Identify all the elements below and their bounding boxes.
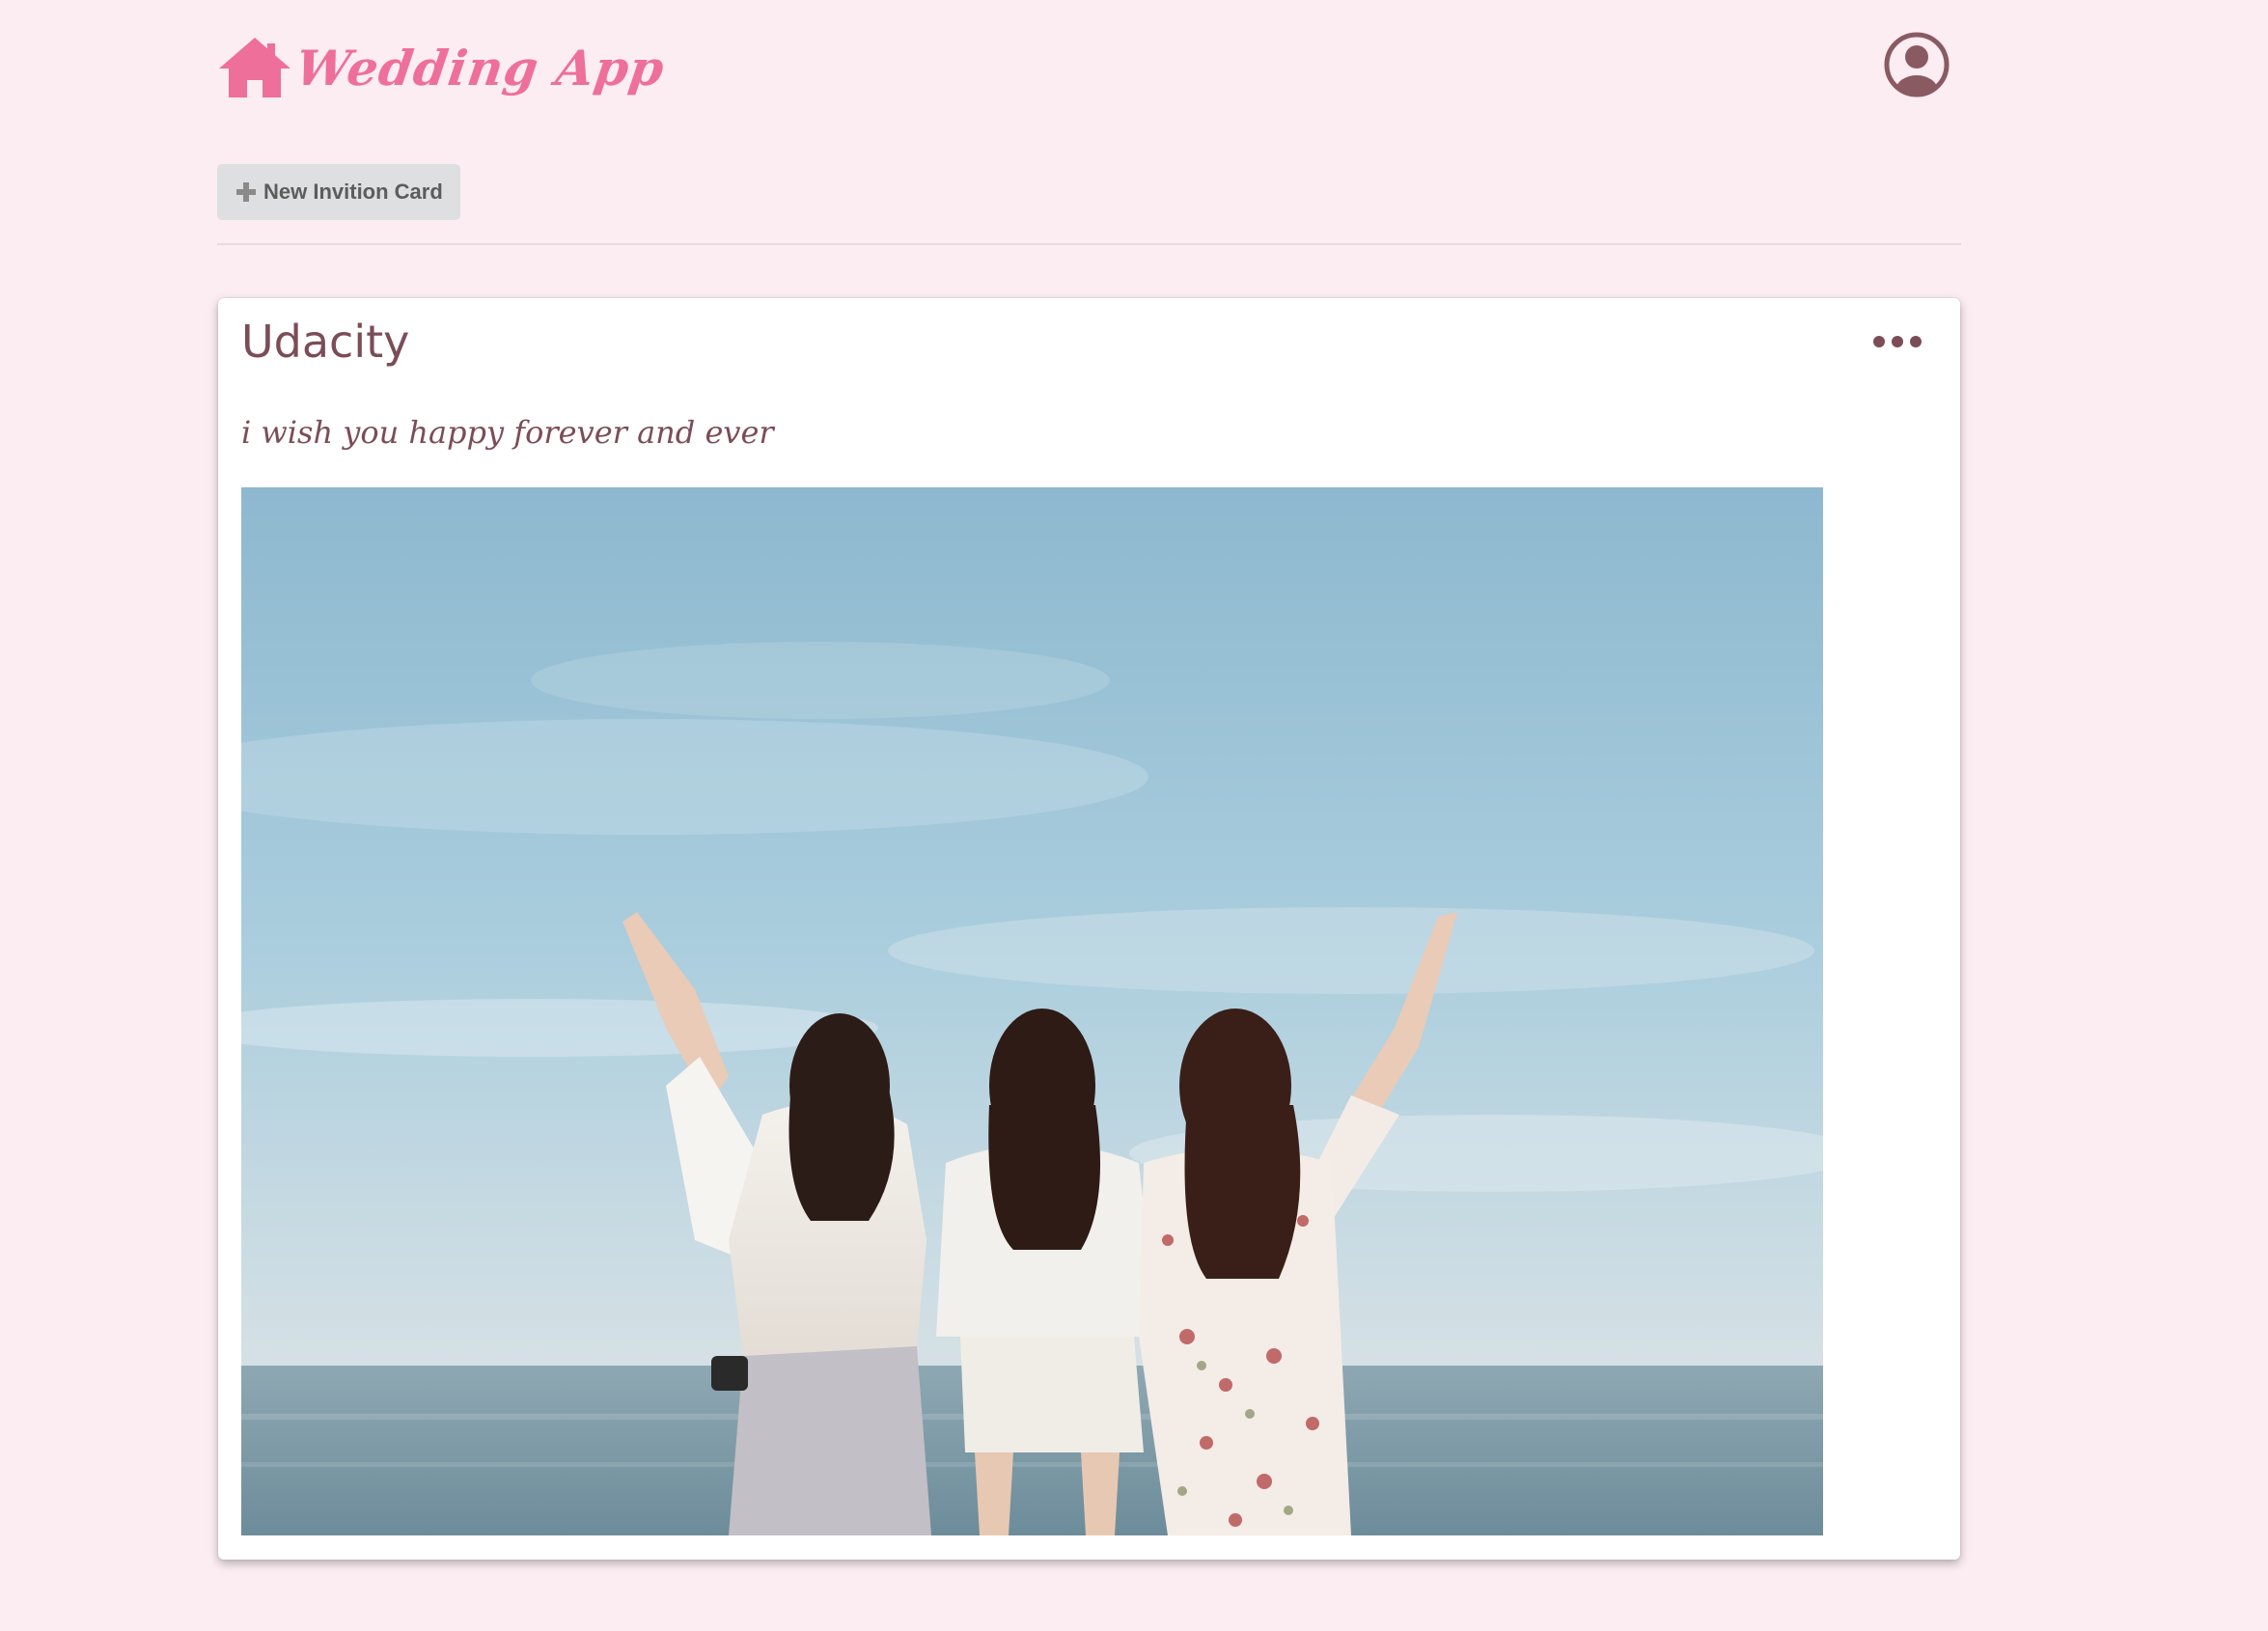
brand-home-link[interactable]: Wedding App xyxy=(217,29,668,106)
plus-icon xyxy=(236,182,256,202)
new-card-label: New Invition Card xyxy=(263,180,443,204)
ellipsis-dot xyxy=(1873,336,1885,347)
brand-name: Wedding App xyxy=(291,39,669,97)
invitation-card: Udacity i wish you happy forever and eve… xyxy=(218,298,1960,1560)
ellipsis-icon[interactable] xyxy=(1873,327,1922,356)
ellipsis-dot xyxy=(1910,336,1922,347)
home-icon xyxy=(217,36,292,99)
user-circle-icon[interactable] xyxy=(1883,31,1950,98)
new-invitation-card-button[interactable]: New Invition Card xyxy=(217,164,460,220)
toolbar: New Invition Card xyxy=(217,164,460,220)
app-header: Wedding App xyxy=(217,29,1962,106)
divider xyxy=(217,243,1961,245)
card-message: i wish you happy forever and ever xyxy=(241,414,774,451)
ellipsis-dot xyxy=(1892,336,1903,347)
card-title: Udacity xyxy=(241,316,410,368)
card-photo xyxy=(241,487,1823,1535)
